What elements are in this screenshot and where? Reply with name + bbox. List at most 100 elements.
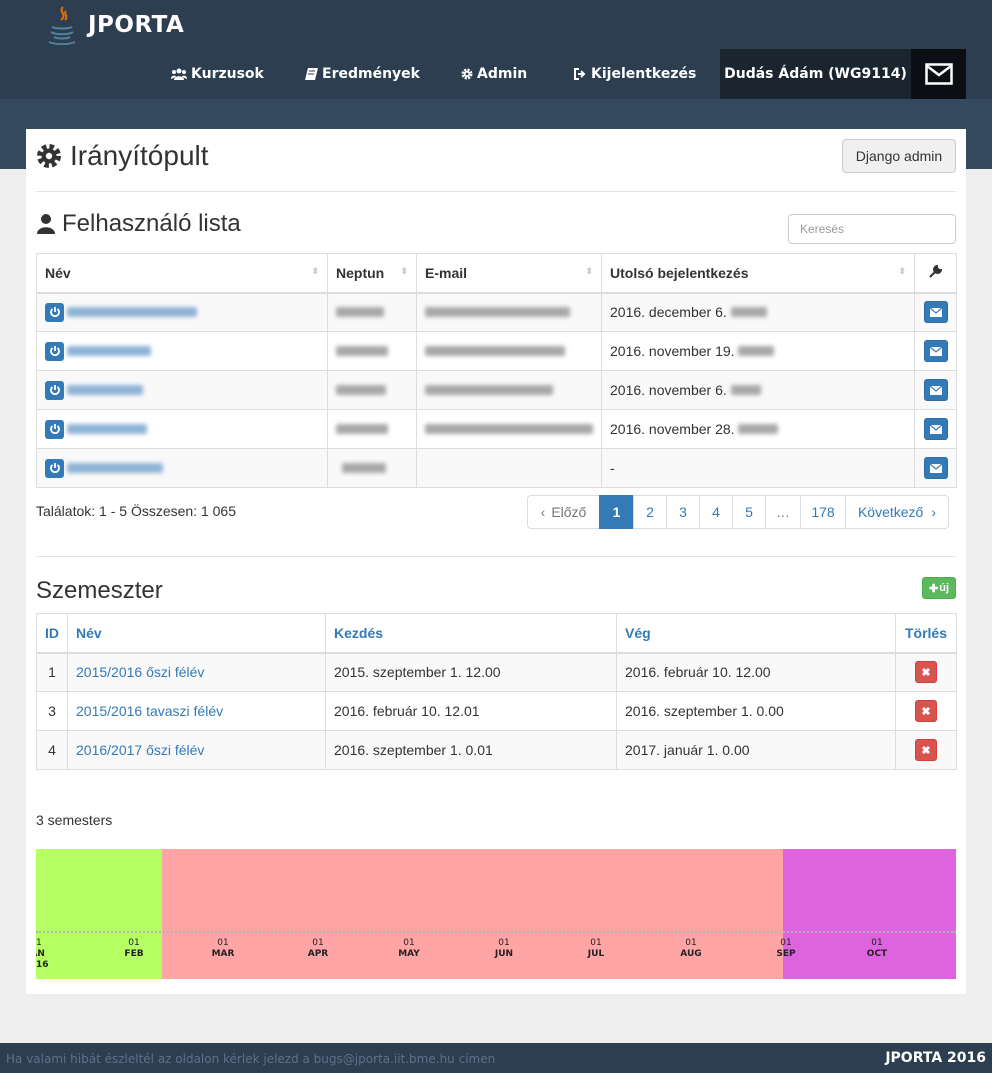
footer-note: Ha valami hibát észleltél az oldalon kér… xyxy=(6,1052,496,1066)
semester-name-link[interactable]: 2016/2017 őszi félév xyxy=(76,742,204,758)
timeline-tick-day: 01 xyxy=(128,938,140,948)
timeline-tick-month: APR xyxy=(307,949,329,959)
delete-cell: ✖ xyxy=(895,730,957,770)
impersonate-button[interactable] xyxy=(45,302,64,322)
email-cell xyxy=(416,448,602,488)
action-cell xyxy=(914,409,957,449)
nav-logout[interactable]: Kijelentkezés xyxy=(574,49,696,99)
results-summary: Találatok: 1 - 5 Összesen: 1 065 xyxy=(36,503,236,519)
delete-semester-button[interactable]: ✖ xyxy=(915,700,937,722)
action-cell xyxy=(914,331,957,371)
nav-user[interactable]: Dudás Ádám (WG9114) xyxy=(720,49,911,99)
semester-title: Szemeszter xyxy=(36,577,163,605)
top-navbar: JPORTA Kurzusok Eredmények Admin Kijelen… xyxy=(0,0,992,99)
user-name-link[interactable] xyxy=(67,385,143,395)
timeline-tick-day: 01 xyxy=(871,938,883,948)
semester-name-link[interactable]: 2015/2016 őszi félév xyxy=(76,664,204,680)
semester-start: 2015. szeptember 1. 12.00 xyxy=(325,652,617,692)
user-name-link[interactable] xyxy=(67,463,163,473)
timeline-tick-month: JAN xyxy=(36,949,45,959)
last-login-time-blurred xyxy=(730,385,761,395)
send-mail-button[interactable] xyxy=(923,418,948,440)
impersonate-button[interactable] xyxy=(45,380,64,400)
semester-id: 1 xyxy=(36,652,68,692)
pagination-page[interactable]: 4 xyxy=(699,495,733,529)
user-name-link[interactable] xyxy=(67,346,151,356)
neptun-value xyxy=(342,463,386,473)
pagination-page[interactable]: 5 xyxy=(732,495,766,529)
email-value xyxy=(425,385,553,395)
sort-icon: ⬍ xyxy=(400,266,408,276)
nav-admin[interactable]: Admin xyxy=(461,49,527,99)
envelope-icon xyxy=(929,346,942,356)
timeline-tick: 01 AUG xyxy=(671,938,711,960)
brand[interactable]: JPORTA xyxy=(46,4,184,46)
semester-name-link[interactable]: 2015/2016 tavaszi félév xyxy=(76,703,223,719)
page-title-text: Irányítópult xyxy=(70,140,209,171)
pagination-prev[interactable]: ‹ Előző xyxy=(527,495,600,529)
impersonate-button[interactable] xyxy=(45,419,64,439)
neptun-cell xyxy=(327,292,417,332)
send-mail-button[interactable] xyxy=(923,340,948,362)
col-header-name[interactable]: Név xyxy=(67,613,326,654)
user-search-input[interactable] xyxy=(788,214,956,244)
col-header-start[interactable]: Kezdés xyxy=(325,613,617,654)
timeline-tick: 01 JUN xyxy=(484,938,524,960)
timeline-tick-day: 01 xyxy=(36,938,42,948)
new-semester-button[interactable]: ✚ új xyxy=(922,577,956,599)
pagination-next-label: Következő xyxy=(857,504,924,520)
col-header-id[interactable]: ID xyxy=(36,613,68,654)
col-header-actions xyxy=(914,253,957,294)
col-header-name-label: Név xyxy=(45,264,71,281)
power-icon xyxy=(49,385,60,396)
nav-courses[interactable]: Kurzusok xyxy=(171,49,264,99)
pagination-page[interactable]: 1 xyxy=(599,495,634,529)
email-cell xyxy=(416,331,602,371)
django-admin-button[interactable]: Django admin xyxy=(842,139,956,173)
col-header-last-login-label: Utolsó bejelentkezés xyxy=(610,264,749,281)
last-login-cell: - xyxy=(601,448,915,488)
impersonate-button[interactable] xyxy=(45,341,64,361)
semester-id: 4 xyxy=(36,730,68,770)
col-header-delete: Törlés xyxy=(895,613,957,654)
envelope-icon xyxy=(929,385,942,395)
col-header-end[interactable]: Vég xyxy=(616,613,896,654)
last-login-cell: 2016. november 28. xyxy=(601,409,915,449)
close-icon: ✖ xyxy=(921,744,931,757)
pagination-page[interactable]: 2 xyxy=(633,495,667,529)
messages-button[interactable] xyxy=(911,49,966,99)
col-header-email[interactable]: E-mail ⬍ xyxy=(416,253,602,294)
delete-semester-button[interactable]: ✖ xyxy=(915,661,937,684)
send-mail-button[interactable] xyxy=(923,457,948,479)
semester-start: 2016. február 10. 12.01 xyxy=(325,691,617,731)
neptun-value xyxy=(336,307,384,318)
table-row: 1 2015/2016 őszi félév 2015. szeptember … xyxy=(36,652,957,692)
send-mail-button[interactable] xyxy=(923,301,948,324)
pagination-next[interactable]: Következő › xyxy=(845,495,949,529)
table-row: 3 2015/2016 tavaszi félév 2016. február … xyxy=(36,691,957,731)
table-row: 2016. november 28. xyxy=(36,409,957,449)
send-mail-button[interactable] xyxy=(923,379,948,401)
plus-icon: ✚ xyxy=(929,582,939,595)
chevron-left-icon: ‹ xyxy=(540,504,546,520)
footer-brand: JPORTA 2016 xyxy=(885,1050,986,1066)
user-icon xyxy=(37,214,55,234)
col-header-neptun[interactable]: Neptun ⬍ xyxy=(327,253,417,294)
close-icon: ✖ xyxy=(921,705,931,718)
col-header-name[interactable]: Név ⬍ xyxy=(36,253,328,294)
nav-results-label: Eredmények xyxy=(322,66,420,82)
user-name-link[interactable] xyxy=(67,424,147,434)
impersonate-button[interactable] xyxy=(45,458,64,478)
chevron-right-icon: › xyxy=(931,504,937,520)
nav-results[interactable]: Eredmények xyxy=(305,49,420,99)
user-name-link[interactable] xyxy=(67,307,197,318)
gear-icon xyxy=(461,68,473,80)
pagination-page[interactable]: 178 xyxy=(800,495,846,529)
delete-semester-button[interactable]: ✖ xyxy=(915,739,937,761)
timeline-tick-day: 01 xyxy=(780,938,792,948)
divider xyxy=(36,191,956,192)
col-header-last-login[interactable]: Utolsó bejelentkezés ⬍ xyxy=(601,253,915,294)
neptun-cell xyxy=(327,448,417,488)
pagination-page[interactable]: 3 xyxy=(666,495,700,529)
user-list-title-text: Felhasználó lista xyxy=(62,210,241,237)
